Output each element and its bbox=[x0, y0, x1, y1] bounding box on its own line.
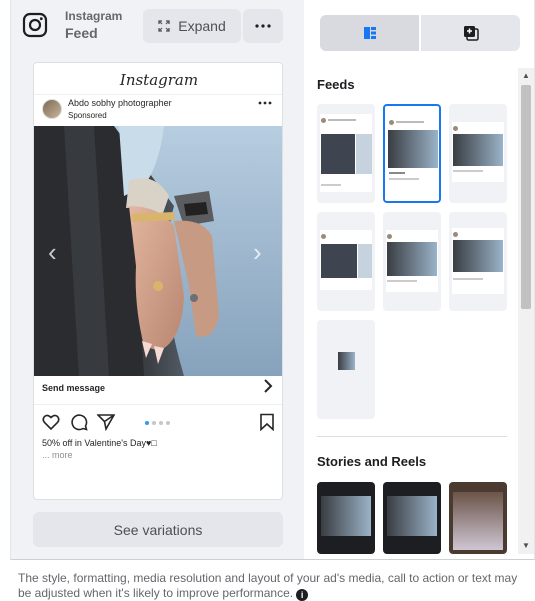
carousel-dot bbox=[166, 421, 170, 425]
see-variations-button[interactable]: See variations bbox=[33, 512, 283, 547]
account-name: Abdo sobhy photographer bbox=[68, 98, 172, 108]
ad-image bbox=[34, 126, 282, 376]
placement-thumbnail[interactable] bbox=[449, 104, 507, 203]
view-toggle bbox=[320, 15, 520, 51]
add-media-icon bbox=[463, 26, 479, 41]
more-options-button[interactable] bbox=[243, 9, 283, 43]
story-thumbnail[interactable] bbox=[383, 482, 441, 554]
performance-disclaimer: The style, formatting, media resolution … bbox=[18, 571, 523, 601]
feeds-view-toggle[interactable] bbox=[320, 15, 419, 51]
scrollbar-thumb[interactable] bbox=[521, 85, 531, 309]
placement-thumbnail[interactable] bbox=[317, 212, 375, 311]
carousel-prev-arrow[interactable]: ‹ bbox=[48, 237, 57, 268]
share-icon[interactable] bbox=[97, 413, 115, 431]
expand-button[interactable]: Expand bbox=[143, 9, 241, 43]
placement-thumbnail[interactable] bbox=[317, 320, 375, 419]
sponsored-label: Sponsored bbox=[68, 111, 107, 120]
carousel-indicator bbox=[145, 421, 170, 425]
avatar bbox=[42, 99, 62, 119]
instagram-icon bbox=[22, 12, 48, 38]
bookmark-icon[interactable] bbox=[258, 413, 276, 431]
carousel-dot bbox=[159, 421, 163, 425]
grid-layout-icon bbox=[363, 27, 376, 39]
scrollbar[interactable]: ▲ ▼ bbox=[518, 68, 534, 554]
placement-platform: Instagram bbox=[65, 9, 123, 23]
placement-thumbnail-selected[interactable] bbox=[383, 104, 441, 203]
placement-position: Feed bbox=[65, 25, 98, 41]
caption-more-link[interactable]: ... more bbox=[42, 450, 73, 460]
heart-icon[interactable] bbox=[42, 413, 60, 431]
carousel-dot bbox=[145, 421, 149, 425]
header-divider bbox=[34, 94, 282, 95]
story-thumbnail[interactable] bbox=[317, 482, 375, 554]
carousel-next-arrow[interactable]: › bbox=[253, 237, 262, 268]
story-thumbnail[interactable] bbox=[449, 482, 507, 554]
expand-label: Expand bbox=[178, 18, 226, 34]
feeds-section-title: Feeds bbox=[317, 77, 355, 92]
cta-label[interactable]: Send message bbox=[42, 383, 105, 393]
section-divider bbox=[317, 436, 507, 437]
stories-view-toggle[interactable] bbox=[421, 15, 520, 51]
expand-icon bbox=[158, 20, 170, 32]
placement-thumbnail[interactable] bbox=[449, 212, 507, 311]
more-horizontal-icon bbox=[255, 24, 271, 28]
ad-preview-panel: Instagram Feed Expand Instagram Abdo sob… bbox=[0, 0, 535, 601]
post-menu-icon bbox=[258, 101, 272, 105]
info-icon[interactable]: i bbox=[296, 589, 309, 601]
placement-thumbnail[interactable] bbox=[383, 212, 441, 311]
scroll-up-arrow-icon[interactable]: ▲ bbox=[518, 68, 534, 84]
comment-icon[interactable] bbox=[70, 413, 88, 431]
stories-section-title: Stories and Reels bbox=[317, 454, 427, 469]
cta-divider bbox=[34, 404, 282, 405]
carousel-dot bbox=[152, 421, 156, 425]
placement-thumbnail[interactable] bbox=[317, 104, 375, 203]
scroll-down-arrow-icon[interactable]: ▼ bbox=[518, 538, 534, 554]
post-caption: 50% off in Valentine's Day♥□ bbox=[42, 438, 157, 448]
chevron-right-icon[interactable] bbox=[263, 379, 273, 393]
instagram-post-preview: Instagram Abdo sobhy photographer Sponso… bbox=[33, 62, 283, 500]
instagram-wordmark: Instagram bbox=[119, 71, 199, 89]
